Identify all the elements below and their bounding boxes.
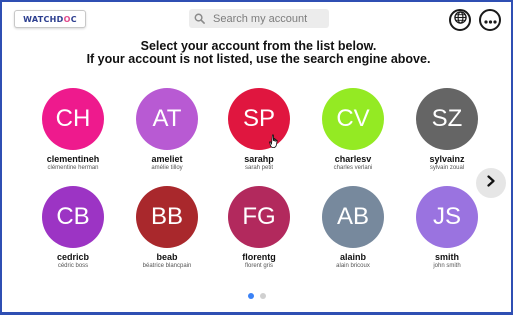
- more-options-button[interactable]: [479, 9, 501, 31]
- account-username: cedricb: [56, 252, 89, 262]
- account-card[interactable]: SP sarahp sarah petit: [219, 88, 299, 180]
- account-username: sylvainz: [429, 154, 465, 164]
- account-fullname: amélie tilloy: [151, 165, 183, 171]
- app-window: WATCHDOC Select your account from the li…: [0, 0, 513, 315]
- account-username: beab: [156, 252, 178, 262]
- avatar: AT: [136, 88, 198, 150]
- account-username: alainb: [339, 252, 366, 262]
- account-card[interactable]: CV charlesv charles verlani: [313, 88, 393, 180]
- instructions-line-2: If your account is not listed, use the s…: [86, 52, 431, 66]
- search-box[interactable]: [189, 9, 329, 28]
- avatar: BB: [136, 186, 198, 248]
- account-fullname: sylvain zoual: [429, 165, 465, 171]
- account-fullname: charles verlani: [333, 165, 373, 171]
- account-card[interactable]: JS smith john smith: [407, 186, 487, 278]
- account-card[interactable]: AT ameliet amélie tilloy: [127, 88, 207, 180]
- next-page-button[interactable]: [476, 168, 506, 198]
- page-dot-1[interactable]: [248, 293, 254, 299]
- account-card[interactable]: BB beab béatrice blancpain: [127, 186, 207, 278]
- account-fullname: florent gris: [244, 263, 273, 269]
- account-fullname: john smith: [433, 263, 461, 269]
- account-username: clementineh: [46, 154, 100, 164]
- more-horizontal-icon: [483, 11, 497, 29]
- account-grid: CH clementineh clémentine herman AT amel…: [2, 86, 513, 276]
- avatar: JS: [416, 186, 478, 248]
- pagination-dots: [248, 293, 266, 299]
- account-username: smith: [434, 252, 459, 262]
- account-card[interactable]: CB cedricb cédric boss: [33, 186, 113, 278]
- account-fullname: clémentine herman: [47, 165, 99, 171]
- page-dot-2[interactable]: [260, 293, 266, 299]
- account-fullname: béatrice blancpain: [142, 263, 192, 269]
- account-card[interactable]: SZ sylvainz sylvain zoual: [407, 88, 487, 180]
- account-fullname: sarah petit: [244, 165, 274, 171]
- account-username: charlesv: [334, 154, 372, 164]
- logo-text: WATCHDOC: [23, 14, 77, 24]
- account-card[interactable]: FG florentg florent gris: [219, 186, 299, 278]
- account-fullname: cédric boss: [57, 263, 89, 269]
- account-fullname: alain bricoux: [336, 263, 370, 269]
- avatar: SZ: [416, 88, 478, 150]
- avatar: CV: [322, 88, 384, 150]
- avatar: FG: [228, 186, 290, 248]
- avatar: CH: [42, 88, 104, 150]
- account-username: florentg: [242, 252, 276, 262]
- language-button[interactable]: [449, 9, 471, 31]
- avatar: SP: [228, 88, 290, 150]
- account-card[interactable]: CH clementineh clémentine herman: [33, 88, 113, 180]
- watchdoc-logo: WATCHDOC: [14, 10, 86, 28]
- avatar: CB: [42, 186, 104, 248]
- search-icon: [189, 9, 209, 28]
- avatar: AB: [322, 186, 384, 248]
- chevron-right-icon: [486, 174, 496, 192]
- globe-icon: [453, 11, 467, 29]
- account-card[interactable]: AB alainb alain bricoux: [313, 186, 393, 278]
- search-input[interactable]: [209, 9, 321, 28]
- hand-pointer-icon: [269, 128, 281, 156]
- instructions: Select your account from the list below.…: [2, 40, 513, 66]
- account-username: ameliet: [151, 154, 183, 164]
